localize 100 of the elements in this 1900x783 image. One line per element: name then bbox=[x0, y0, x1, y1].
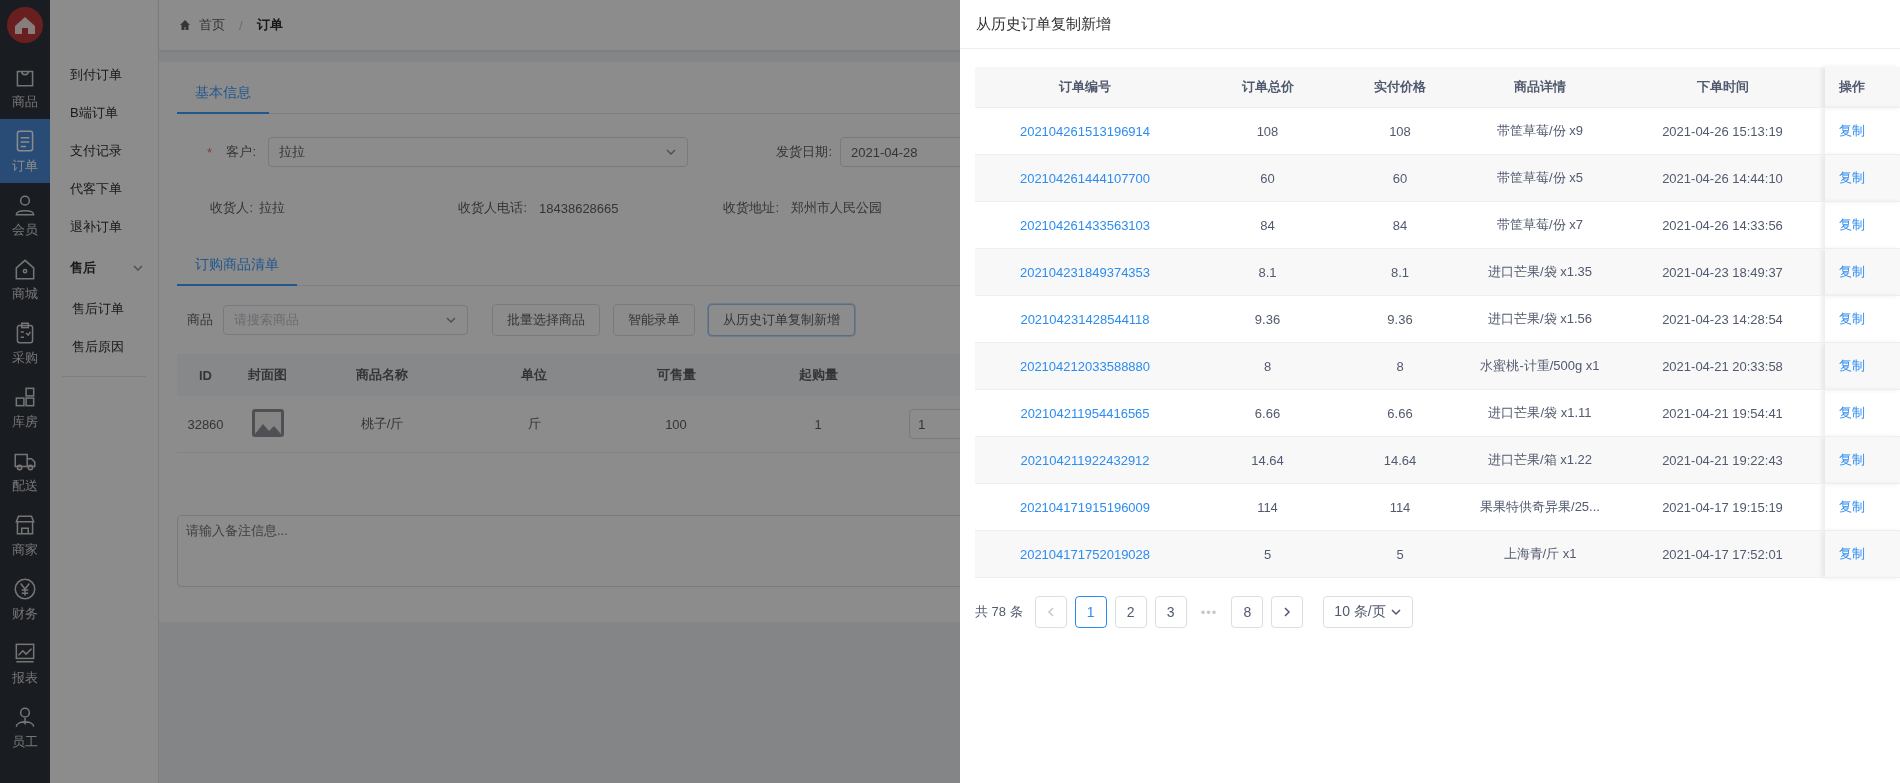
table-cell: 84 bbox=[1392, 217, 1408, 233]
submenu-item[interactable]: 售后订单 bbox=[50, 290, 158, 328]
nav-item[interactable]: 员工 bbox=[0, 695, 50, 759]
column-header: 可售量 bbox=[656, 367, 696, 382]
submenu-item[interactable]: 代客下单 bbox=[50, 170, 158, 208]
page-button[interactable]: 2 bbox=[1114, 596, 1147, 628]
table-cell: 带筐草莓/份 x7 bbox=[1497, 217, 1583, 232]
table-cell: 32860 bbox=[187, 416, 224, 432]
nav-item[interactable]: 采购 bbox=[0, 311, 50, 375]
table-cell: 进口芒果/袋 x1.35 bbox=[1488, 264, 1592, 279]
chevron-icon bbox=[132, 262, 144, 274]
next-page-button[interactable] bbox=[1271, 596, 1304, 628]
caret-icon bbox=[1389, 606, 1402, 618]
copy-link[interactable]: 复制 bbox=[1839, 404, 1865, 422]
table-cell: 14.64 bbox=[1251, 452, 1284, 468]
table-cell: 水蜜桃-计重/500g x1 bbox=[1480, 358, 1600, 373]
order-number-link[interactable]: 202104171752019028 bbox=[1019, 546, 1151, 562]
submenu-item[interactable]: 退补订单 bbox=[50, 208, 158, 246]
table-cell: 100 bbox=[665, 416, 687, 432]
copy-link[interactable]: 复制 bbox=[1839, 169, 1865, 187]
table-cell: 9.36 bbox=[1387, 311, 1413, 327]
field-label: 商品 bbox=[187, 311, 213, 329]
table-cell: 1 bbox=[814, 416, 822, 432]
field-label: 收货人电话: bbox=[457, 199, 527, 217]
table-cell: 带筐草莓/份 x5 bbox=[1497, 170, 1583, 185]
copy-link[interactable]: 复制 bbox=[1839, 263, 1865, 281]
copy-link[interactable]: 复制 bbox=[1839, 216, 1865, 234]
action-button[interactable]: 从历史订单复制新增 bbox=[708, 304, 855, 336]
breadcrumb-item[interactable]: 首页 bbox=[199, 16, 225, 34]
copy-link[interactable]: 复制 bbox=[1839, 498, 1865, 516]
order-number-link[interactable]: 202104171915196009 bbox=[1019, 499, 1151, 515]
table-cell: 2021-04-23 14:28:54 bbox=[1662, 311, 1783, 327]
table-cell: 进口芒果/袋 x1.56 bbox=[1488, 311, 1592, 326]
nav-item[interactable]: 订单 bbox=[0, 119, 50, 183]
nav-item[interactable]: 库房 bbox=[0, 375, 50, 439]
table-cell: 84 bbox=[1260, 217, 1275, 233]
page-button[interactable]: 8 bbox=[1231, 596, 1264, 628]
logo-icon bbox=[7, 7, 43, 43]
copy-link[interactable]: 复制 bbox=[1839, 310, 1865, 328]
nav-item[interactable]: 会员 bbox=[0, 183, 50, 247]
table-cell: 2021-04-26 14:44:10 bbox=[1662, 170, 1783, 186]
submenu-item[interactable]: 到付订单 bbox=[50, 56, 158, 94]
nav-item[interactable]: 商品 bbox=[0, 55, 50, 119]
action-button[interactable]: 批量选择商品 bbox=[492, 304, 600, 336]
table-cell: 进口芒果/箱 x1.22 bbox=[1488, 452, 1592, 467]
table-cell: 2021-04-17 17:52:01 bbox=[1662, 546, 1783, 562]
table-cell: 2021-04-21 19:54:41 bbox=[1662, 405, 1783, 421]
field-label: 发货日期: bbox=[775, 143, 833, 161]
order-number-link[interactable]: 202104261444107700 bbox=[1019, 170, 1151, 186]
copy-link[interactable]: 复制 bbox=[1839, 451, 1865, 469]
table-cell: 114 bbox=[1389, 499, 1411, 515]
submenu-item[interactable]: 售后原因 bbox=[50, 328, 158, 366]
table-cell: 8 bbox=[1263, 358, 1272, 374]
breadcrumb-item: 订单 bbox=[256, 16, 283, 34]
order-number-link[interactable]: 202104231849374353 bbox=[1019, 264, 1151, 280]
submenu-item[interactable]: B端订单 bbox=[50, 94, 158, 132]
page-button[interactable]: 1 bbox=[1074, 596, 1107, 628]
table-cell: 6.66 bbox=[1387, 405, 1413, 421]
column-header: 单位 bbox=[521, 367, 547, 382]
table-cell: 2021-04-21 19:22:43 bbox=[1662, 452, 1783, 468]
page-size-select[interactable]: 10 条/页 bbox=[1323, 596, 1413, 628]
table-cell: 果果特供奇异果/25... bbox=[1480, 499, 1600, 514]
table-cell: 斤 bbox=[527, 416, 541, 431]
caret-icon bbox=[665, 146, 678, 158]
field-value: 拉拉 bbox=[259, 199, 286, 217]
action-button[interactable]: 智能录单 bbox=[613, 304, 695, 336]
submenu-group[interactable]: 售后 bbox=[50, 246, 158, 290]
column-header: ID bbox=[199, 367, 212, 383]
customer-select[interactable]: 拉拉 bbox=[268, 137, 689, 167]
tab[interactable]: 基本信息 bbox=[177, 74, 269, 114]
order-number-link[interactable]: 202104261513196914 bbox=[1019, 123, 1151, 139]
required-mark: * bbox=[207, 144, 213, 160]
table-cell: 2021-04-17 19:15:19 bbox=[1662, 499, 1783, 515]
caret-icon bbox=[445, 314, 457, 326]
nav-item[interactable]: 商城 bbox=[0, 247, 50, 311]
tab[interactable]: 订购商品清单 bbox=[177, 246, 297, 286]
copy-link[interactable]: 复制 bbox=[1839, 357, 1865, 375]
column-header: 订单编号 bbox=[1059, 79, 1111, 94]
order-number-link[interactable]: 202104211922432912 bbox=[1020, 452, 1150, 468]
order-number-link[interactable]: 202104231428544118 bbox=[1020, 311, 1150, 327]
copy-link[interactable]: 复制 bbox=[1839, 122, 1865, 140]
page-button[interactable]: 3 bbox=[1154, 596, 1187, 628]
table-cell: 2021-04-26 15:13:19 bbox=[1662, 123, 1783, 139]
column-header: 订单总价 bbox=[1241, 79, 1294, 94]
copy-link[interactable]: 复制 bbox=[1839, 545, 1865, 563]
column-header: 封面图 bbox=[248, 367, 287, 382]
order-number-link[interactable]: 202104211954416565 bbox=[1020, 405, 1150, 421]
nav-item[interactable]: 财务 bbox=[0, 567, 50, 631]
submenu-item[interactable]: 支付记录 bbox=[50, 132, 158, 170]
order-number-link[interactable]: 202104212033588880 bbox=[1019, 358, 1151, 374]
nav-item[interactable]: 配送 bbox=[0, 439, 50, 503]
order-number-link[interactable]: 202104261433563103 bbox=[1019, 217, 1151, 233]
field-value: 郑州市人民公园 bbox=[791, 199, 882, 217]
column-header: 商品详情 bbox=[1514, 79, 1566, 94]
column-header: 实付价格 bbox=[1374, 79, 1426, 94]
table-cell: 2021-04-26 14:33:56 bbox=[1662, 217, 1783, 233]
table-cell: 14.64 bbox=[1383, 452, 1417, 468]
field-value: 18438628665 bbox=[539, 200, 620, 216]
nav-item[interactable]: 报表 bbox=[0, 631, 50, 695]
nav-item[interactable]: 商家 bbox=[0, 503, 50, 567]
